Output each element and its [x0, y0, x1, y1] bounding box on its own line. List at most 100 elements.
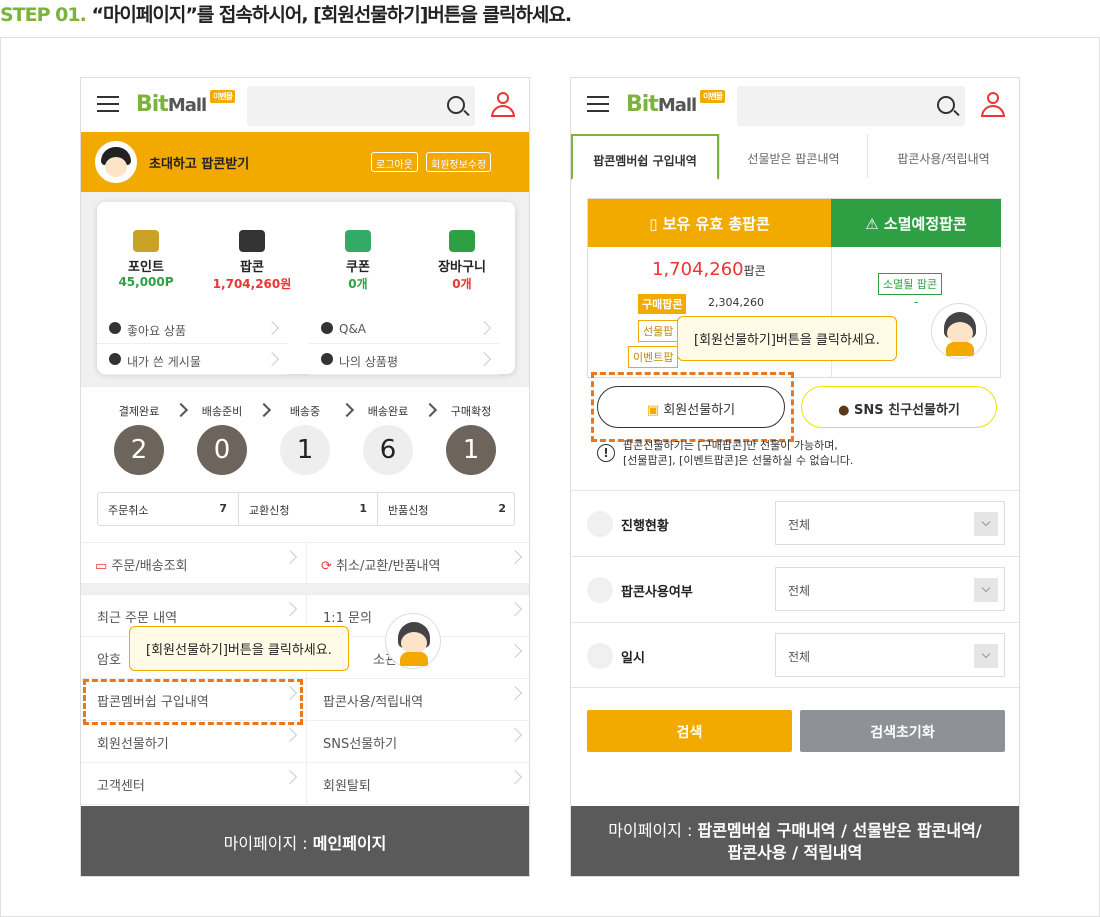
menu-withdraw[interactable]: 회원탈퇴 [306, 763, 529, 805]
gift-popcorn-tag: 선물팝 [638, 320, 679, 342]
search-icon[interactable] [447, 96, 465, 114]
popcorn-icon [239, 230, 265, 252]
menu-label: 팝콘사용/적립내역 [323, 695, 424, 710]
logo-bit: Bit [626, 92, 659, 117]
menu-customer-center[interactable]: 고객센터 [81, 763, 305, 805]
stat-cart[interactable]: 장바구니 0개 [417, 230, 507, 292]
stat-point[interactable]: 포인트 45,000P [101, 230, 191, 289]
link-my-posts[interactable]: 내가 쓴 게시물 [97, 345, 287, 375]
status-shipping[interactable]: 배송중 1 [270, 403, 340, 475]
logout-button[interactable]: 로그아웃 [371, 152, 418, 172]
status-paid[interactable]: 결제완료 2 [104, 403, 174, 475]
menu-popcorn-usage[interactable]: 팝콘사용/적립내역 [306, 679, 529, 721]
search-button[interactable]: 검색 [587, 710, 792, 752]
link-qna[interactable]: Q&A [309, 314, 499, 344]
menu-icon[interactable] [97, 96, 119, 112]
usage-select[interactable]: 전체 [775, 567, 1005, 611]
logo-bit: Bit [136, 92, 169, 117]
step-number: STEP 01. [0, 4, 87, 26]
search-input[interactable] [737, 86, 965, 126]
logo[interactable]: BitMall 이벤몰 [626, 90, 726, 117]
search-input[interactable] [247, 86, 475, 126]
search-icon[interactable] [937, 96, 955, 114]
menu-label: 최근 주문 내역 [97, 611, 178, 626]
callout-tooltip: [회원선물하기]버튼을 클릭하세요. [129, 626, 349, 671]
menu-label: 1:1 문의 [323, 611, 372, 626]
reset-button[interactable]: 검색초기화 [800, 710, 1005, 752]
user-icon[interactable] [981, 92, 1005, 118]
menu-label: SNS선물하기 [323, 737, 398, 752]
tab-membership[interactable]: 팝콘멤버쉽 구입내역 [571, 134, 719, 180]
link-liked[interactable]: 좋아요 상품 [97, 314, 287, 344]
stat-coupon[interactable]: 쿠폰 0개 [313, 230, 403, 292]
caption-prefix: 마이페이지 : [608, 821, 698, 840]
link-my-reviews[interactable]: 나의 상품평 [309, 345, 499, 375]
total-unit: 팝콘 [743, 264, 766, 278]
stat-popcorn[interactable]: 팝콘 1,704,260원 [207, 230, 297, 292]
select-value: 전체 [788, 650, 811, 664]
link-label: 나의 상품평 [339, 355, 399, 369]
logo[interactable]: BitMall 이벤몰 [136, 90, 236, 117]
status-preparing[interactable]: 배송준비 0 [187, 403, 257, 475]
count-exchange[interactable]: 교환신청 1 [238, 493, 377, 525]
notice-line-2: [선물팝콘], [이벤트팝콘]은 선물하실 수 없습니다. [623, 454, 854, 467]
popcorn-icon [587, 577, 613, 603]
expire-label: 소멸예정팝콘 [883, 215, 967, 233]
caption-title-2: 팝콘사용 / 적립내역 [727, 843, 863, 862]
callout-tooltip: [회원선물하기]버튼을 클릭하세요. [677, 316, 897, 361]
logo-badge: 이벤몰 [700, 90, 726, 103]
menu-sns-gift[interactable]: SNS선물하기 [306, 721, 529, 763]
stat-value: 45,000P [118, 275, 174, 289]
status-delivered[interactable]: 배송완료 6 [353, 403, 423, 475]
highlight-box [83, 679, 303, 725]
heart-icon [109, 322, 121, 334]
count-return[interactable]: 반품신청 2 [377, 493, 516, 525]
menu-label: 회원선물하기 [97, 737, 169, 752]
count-cancel[interactable]: 주문취소 7 [98, 493, 237, 525]
invite-link[interactable]: 초대하고 팝콘받기 [149, 153, 249, 172]
status-count: 1 [280, 425, 330, 475]
logo-mall: Mall [657, 95, 697, 116]
cart-icon [449, 230, 475, 252]
coupon-icon [345, 230, 371, 252]
cancel-exchange-link[interactable]: ⟳ 취소/교환/반품내역 [306, 543, 529, 583]
sns-button-label: SNS 친구선물하기 [853, 403, 960, 418]
date-select[interactable]: 전체 [775, 633, 1005, 677]
chevron-down-icon [974, 512, 998, 536]
phone-popcorn-page: BitMall 이벤몰 팝콘멤버쉽 구입내역 선물받은 팝콘내역 팝콘사용/적립내… [570, 77, 1020, 877]
truck-icon: ▭ [95, 559, 112, 574]
order-tracking-link[interactable]: ▭ 주문/배송조회 [81, 543, 305, 583]
request-counts: 주문취소 7 교환신청 1 반품신청 2 [97, 492, 515, 526]
expire-header: ⚠ 소멸예정팝콘 [831, 199, 1001, 247]
warning-icon: ⚠ [865, 215, 884, 233]
menu-icon[interactable] [587, 96, 609, 112]
status-select[interactable]: 전체 [775, 501, 1005, 545]
edit-info-button[interactable]: 회원정보수정 [426, 152, 492, 172]
status-label: 배송중 [289, 405, 321, 418]
count-value: 2 [498, 502, 506, 515]
link-label: 내가 쓴 게시물 [127, 355, 201, 369]
tab-bar: 팝콘멤버쉽 구입내역 선물받은 팝콘내역 팝콘사용/적립내역 [571, 134, 1019, 180]
tab-usage[interactable]: 팝콘사용/적립내역 [867, 134, 1019, 178]
sns-gift-button[interactable]: ● SNS 친구선물하기 [801, 386, 997, 428]
notice-line-1: 팝콘선물하기는 [구매팝콘]만 선물이 가능하며, [623, 439, 838, 452]
step-instruction: “마이페이지”를 접속하시어, [회원선물하기]버튼을 클릭하세요. [91, 4, 572, 26]
caption-line-1: 마이페이지 : 팝콘멤버쉽 구매내역 / 선물받은 팝콘내역/ [571, 820, 1019, 842]
caption-prefix: 마이페이지 : [223, 834, 313, 853]
phone-main-page: BitMall 이벤몰 초대하고 팝콘받기 로그아웃 회원정보수정 포인트 45,0… [80, 77, 530, 877]
filter-status: 진행현황 전체 [571, 490, 1019, 556]
stat-value: 0개 [452, 277, 472, 291]
count-value: 1 [359, 502, 367, 515]
buy-popcorn-value: 2,304,260 [708, 296, 764, 309]
refresh-icon: ⟳ [321, 559, 337, 574]
chevron-right-icon [339, 402, 355, 418]
stat-label: 팝콘 [240, 260, 264, 275]
user-icon[interactable] [491, 92, 515, 118]
star-icon [321, 353, 333, 365]
status-confirmed[interactable]: 구매확정 1 [436, 403, 506, 475]
tab-gifted[interactable]: 선물받은 팝콘내역 [719, 134, 867, 178]
menu-member-gift[interactable]: 회원선물하기 [81, 721, 305, 763]
stat-value: 1,704,260원 [212, 277, 292, 291]
filter-label: 진행현황 [621, 519, 669, 534]
expire-value: - [914, 295, 919, 309]
